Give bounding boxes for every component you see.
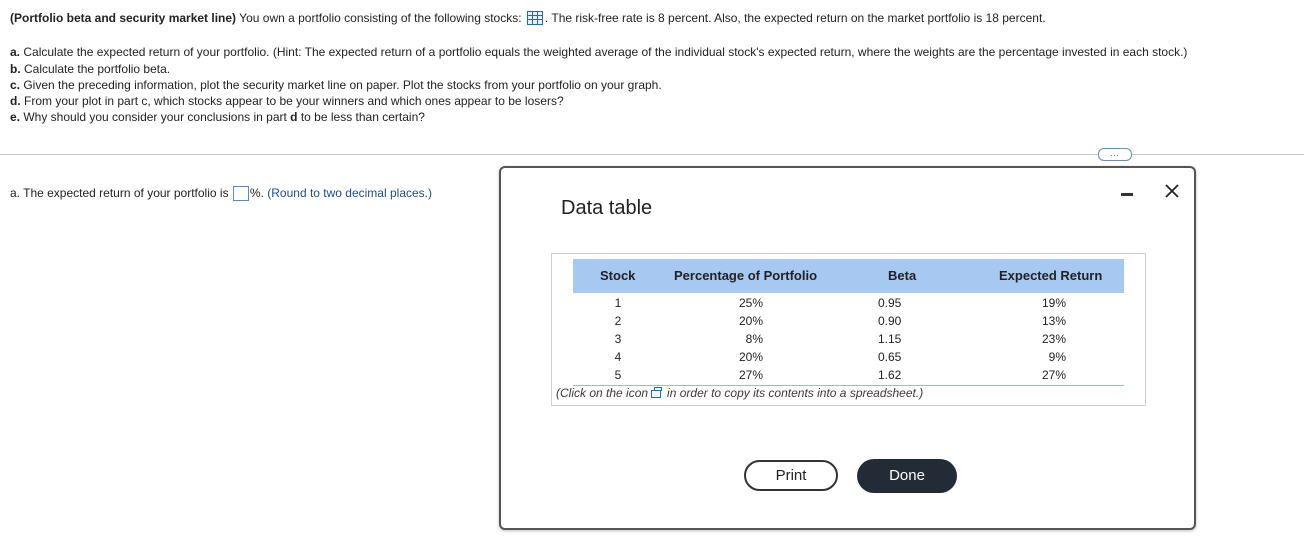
more-options-button[interactable]: … <box>1098 148 1132 161</box>
table-header: Stock Percentage of Portfolio Beta Expec… <box>573 259 1124 293</box>
answer-line: a. The expected return of your portfolio… <box>10 185 432 201</box>
table-row: 4 20% 0.65 9% <box>573 350 1124 368</box>
done-button[interactable]: Done <box>857 459 957 493</box>
cell-percentage: 25% <box>738 296 763 310</box>
part-b-label: b. <box>10 62 21 76</box>
part-c-text: c. Given the preceding information, plot… <box>10 77 662 93</box>
part-d-body: From your plot in part c, which stocks a… <box>20 94 564 108</box>
cell-stock: 1 <box>614 296 622 310</box>
copy-note-before: (Click on the icon <box>556 386 649 400</box>
part-d-text: d. From your plot in part c, which stock… <box>10 93 564 109</box>
cell-percentage: 27% <box>738 368 763 382</box>
cell-beta: 0.95 <box>878 296 902 310</box>
cell-beta: 0.65 <box>878 350 902 364</box>
question-intro: (Portfolio beta and security market line… <box>10 10 1046 26</box>
copy-icon[interactable] <box>651 387 663 398</box>
answer-hint: (Round to two decimal places.) <box>263 186 432 200</box>
answer-unit: %. <box>249 186 264 200</box>
answer-input[interactable] <box>232 186 249 201</box>
part-c-body: Given the preceding information, plot th… <box>20 78 662 92</box>
cell-return: 19% <box>1041 296 1066 310</box>
part-e-body-end: to be less than certain? <box>297 110 425 124</box>
part-c-label: c. <box>10 78 21 92</box>
question-intro-rest: . The risk-free rate is 8 percent. Also,… <box>544 11 1046 25</box>
part-b-text: b. Calculate the portfolio beta. <box>10 61 170 77</box>
cell-stock: 2 <box>614 314 622 328</box>
cell-beta: 1.15 <box>878 332 902 346</box>
cell-percentage: 20% <box>738 350 763 364</box>
table-row: 1 25% 0.95 19% <box>573 296 1124 314</box>
data-table: Stock Percentage of Portfolio Beta Expec… <box>551 253 1146 406</box>
cell-stock: 4 <box>614 350 622 364</box>
table-grid-icon[interactable] <box>526 11 543 25</box>
copy-note: (Click on the icon in order to copy its c… <box>556 386 923 400</box>
print-button[interactable]: Print <box>744 460 838 491</box>
part-d-label: d. <box>10 94 21 108</box>
header-percentage: Percentage of Portfolio <box>674 268 818 283</box>
cell-return: 9% <box>1048 350 1066 364</box>
cell-stock: 5 <box>614 368 622 382</box>
cell-percentage: 20% <box>738 314 763 328</box>
data-table-modal: Data table Stock Percentage of Portfolio… <box>499 166 1196 530</box>
header-expected-return: Expected Return <box>999 268 1103 283</box>
part-a-label: a. <box>10 45 21 59</box>
part-e-text: e. Why should you consider your conclusi… <box>10 109 425 125</box>
question-title: (Portfolio beta and security market line… <box>10 11 237 25</box>
cell-return: 13% <box>1041 314 1066 328</box>
question-intro-text: You own a portfolio consisting of the fo… <box>236 11 525 25</box>
header-beta: Beta <box>888 268 917 283</box>
cell-return: 27% <box>1041 368 1066 382</box>
part-a-body: Calculate the expected return of your po… <box>20 45 1188 59</box>
modal-title: Data table <box>561 197 653 219</box>
table-row: 2 20% 0.90 13% <box>573 314 1124 332</box>
header-stock: Stock <box>600 268 636 283</box>
cell-beta: 0.90 <box>878 314 902 328</box>
table-row: 5 27% 1.62 27% <box>573 368 1124 386</box>
part-e-ref: d <box>290 110 298 124</box>
cell-stock: 3 <box>614 332 622 346</box>
cell-percentage: 8% <box>745 332 763 346</box>
part-e-label: e. <box>10 110 21 124</box>
close-icon[interactable] <box>1163 182 1181 200</box>
cell-beta: 1.62 <box>878 368 902 382</box>
part-a-text: a. Calculate the expected return of your… <box>10 44 1187 60</box>
part-b-body: Calculate the portfolio beta. <box>20 62 171 76</box>
copy-note-after: in order to copy its contents into a spr… <box>667 386 924 400</box>
answer-prefix: a. The expected return of your portfolio… <box>10 186 232 200</box>
minimize-icon[interactable] <box>1121 193 1133 196</box>
cell-return: 23% <box>1041 332 1066 346</box>
table-row: 3 8% 1.15 23% <box>573 332 1124 350</box>
part-e-body: Why should you consider your conclusions… <box>20 110 291 124</box>
